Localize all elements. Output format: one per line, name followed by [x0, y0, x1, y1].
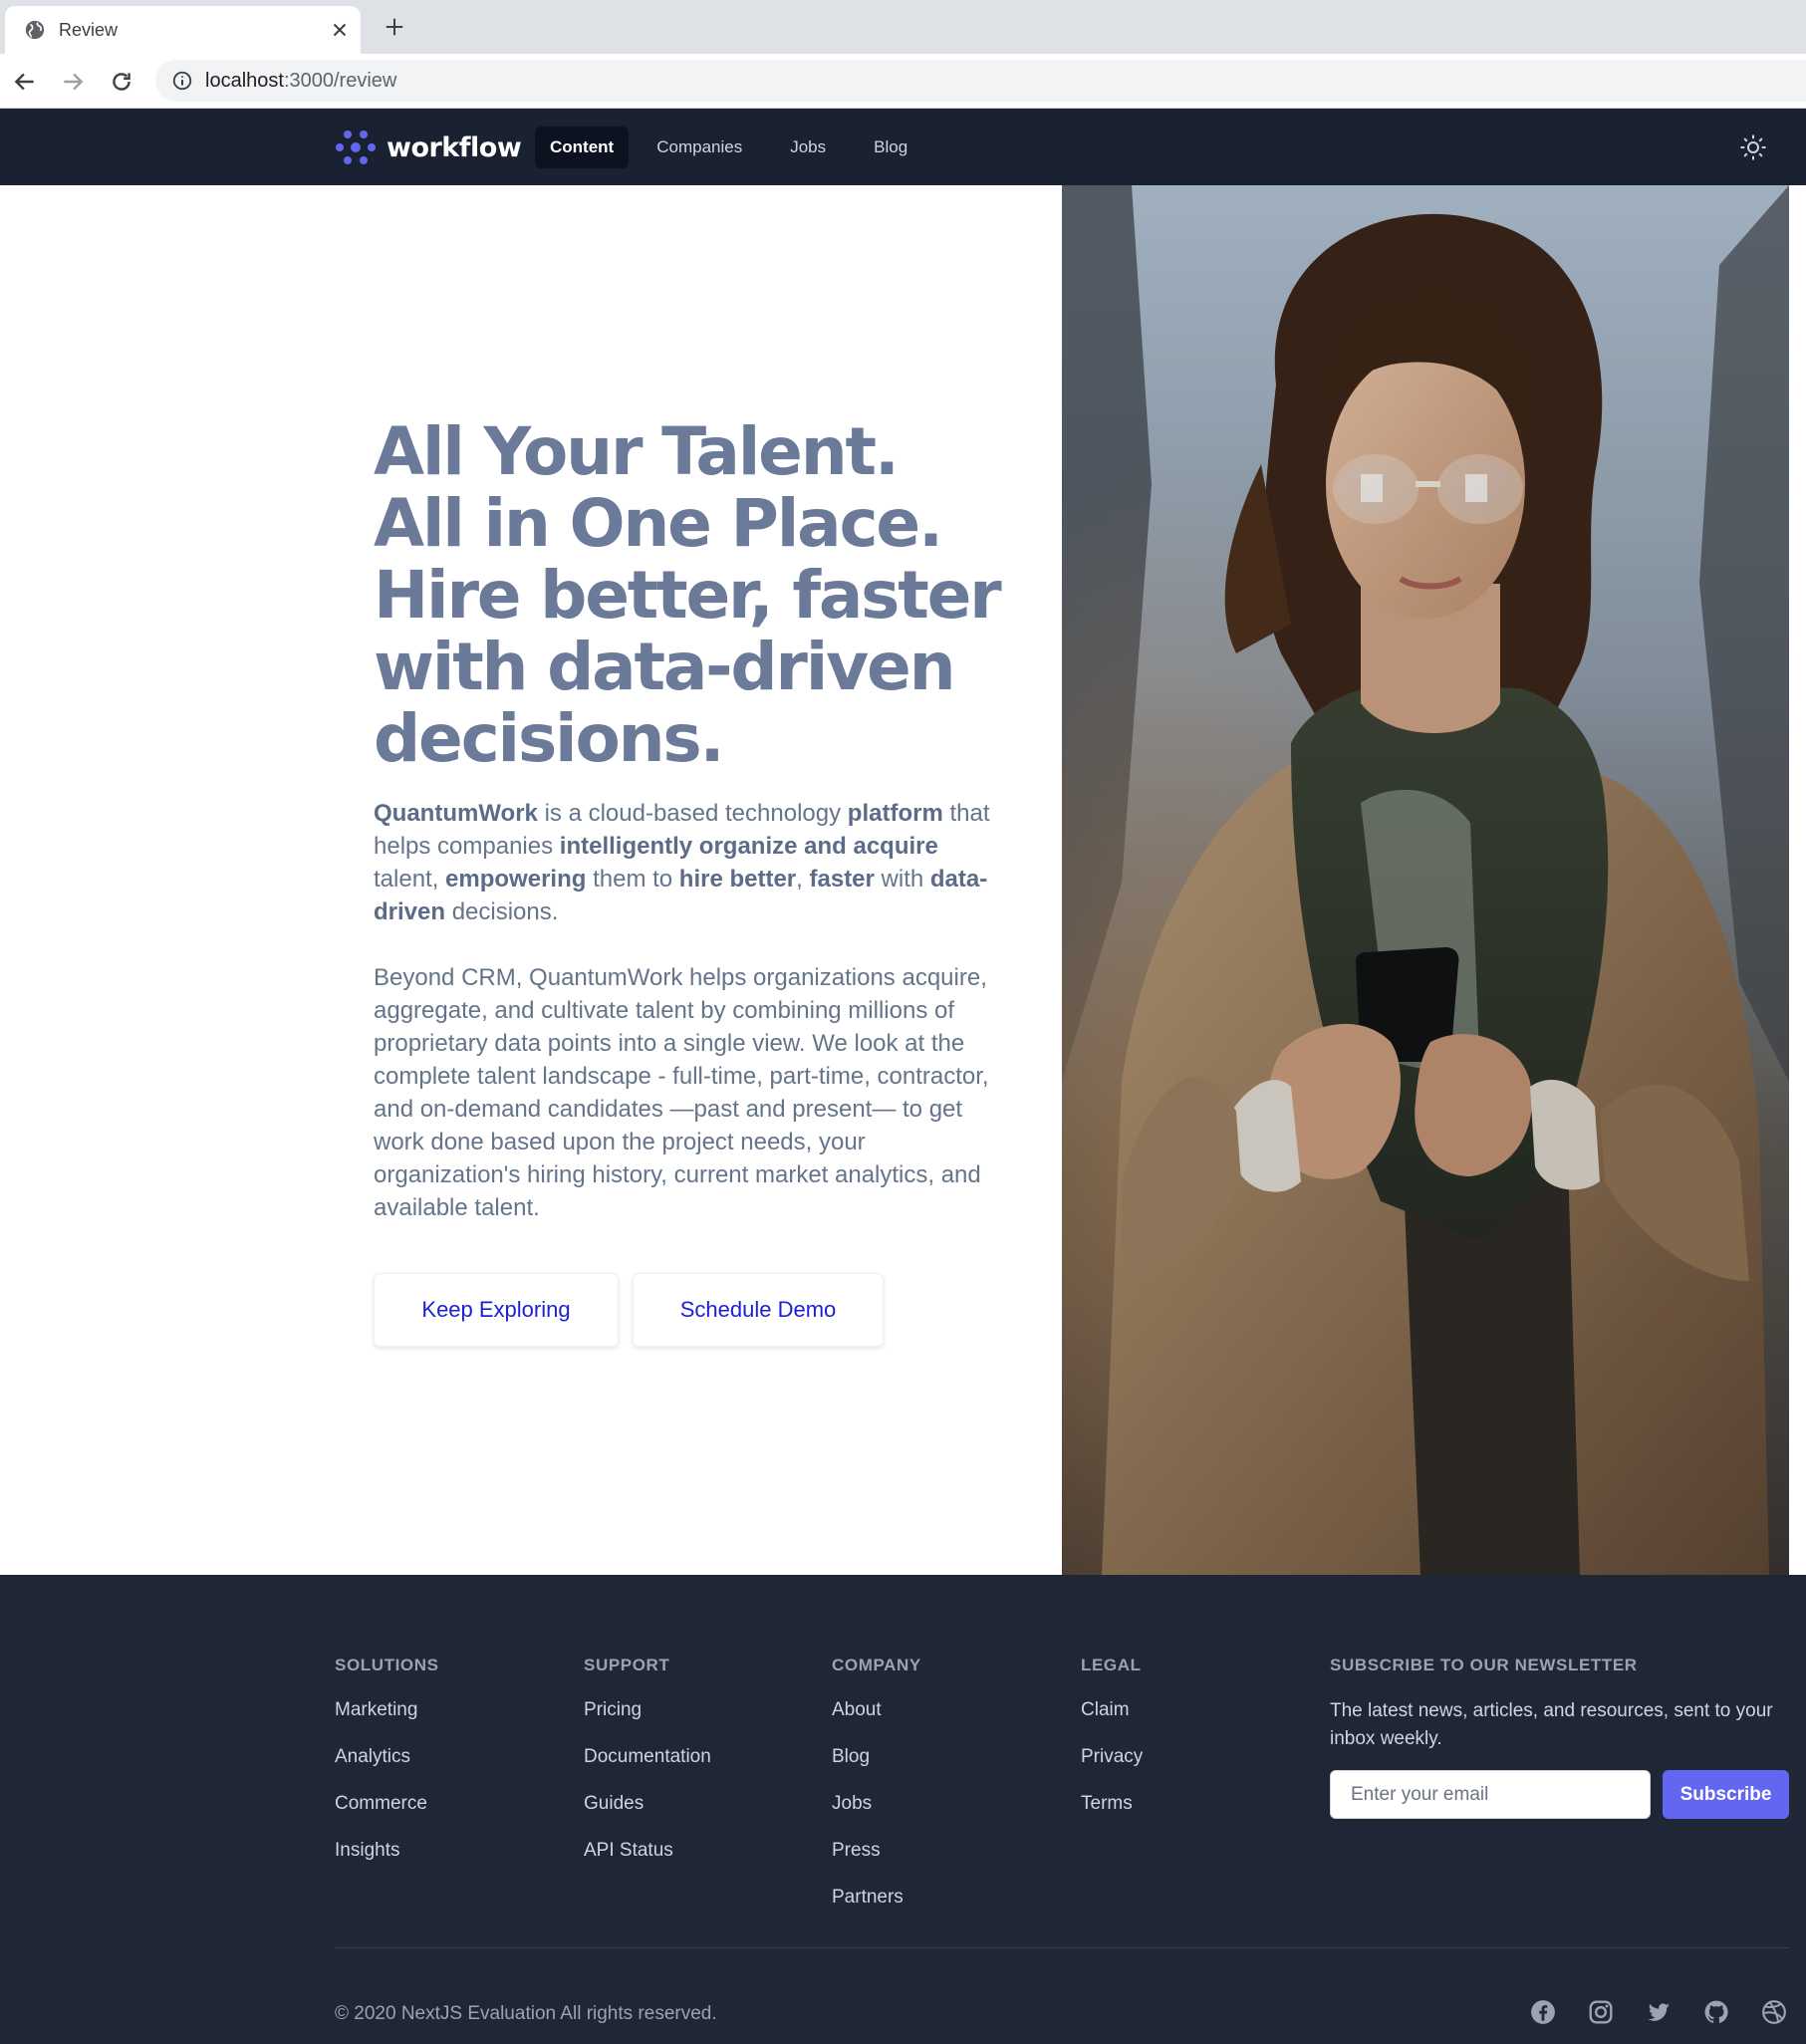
twitter-icon[interactable]	[1646, 1999, 1672, 2025]
footer-heading: LEGAL	[1081, 1656, 1142, 1674]
nav-jobs[interactable]: Jobs	[770, 127, 846, 168]
subscribe-button[interactable]: Subscribe	[1663, 1770, 1789, 1819]
footer-link[interactable]: Blog	[832, 1745, 921, 1769]
footer-link[interactable]: Terms	[1081, 1792, 1143, 1816]
browser-tabstrip: Review	[0, 0, 1806, 54]
footer-link[interactable]: Jobs	[832, 1792, 921, 1816]
footer-link[interactable]: Insights	[335, 1839, 439, 1863]
footer-link[interactable]: Commerce	[335, 1792, 439, 1816]
github-icon[interactable]	[1703, 1999, 1729, 2025]
headline-line: decisions.	[374, 700, 725, 777]
newsletter-heading: SUBSCRIBE TO OUR NEWSLETTER	[1330, 1656, 1638, 1674]
footer-link[interactable]: Marketing	[335, 1698, 439, 1722]
footer-col-company: COMPANY About Blog Jobs Press Partners	[832, 1655, 921, 1910]
footer-link[interactable]: Guides	[584, 1792, 711, 1816]
url-text: localhost:3000/review	[205, 70, 397, 92]
nav-content[interactable]: Content	[535, 127, 630, 168]
instagram-icon[interactable]	[1588, 1999, 1614, 2025]
footer-heading: SOLUTIONS	[335, 1656, 439, 1674]
headline-line: All Your Talent.	[374, 413, 900, 490]
footer-link[interactable]: Documentation	[584, 1745, 711, 1769]
email-field[interactable]	[1330, 1770, 1651, 1819]
hero-intro-paragraph: QuantumWork is a cloud-based technology …	[374, 800, 990, 925]
hero-photo	[1062, 185, 1789, 1575]
hero-description-paragraph: Beyond CRM, QuantumWork helps organizati…	[374, 964, 989, 1221]
footer-heading: SUPPORT	[584, 1656, 670, 1674]
tab-title: Review	[59, 20, 119, 40]
back-icon[interactable]	[12, 69, 38, 95]
footer-link[interactable]: Pricing	[584, 1698, 711, 1722]
footer-link[interactable]: Partners	[832, 1886, 921, 1910]
footer-link[interactable]: Privacy	[1081, 1745, 1143, 1769]
globe-icon	[25, 20, 45, 40]
footer-link[interactable]: Press	[832, 1839, 921, 1863]
nav-blog[interactable]: Blog	[854, 127, 927, 168]
footer-link[interactable]: Claim	[1081, 1698, 1143, 1722]
new-tab-icon[interactable]	[384, 16, 405, 38]
headline-line: Hire better, faster	[374, 557, 1002, 634]
hero-copy: All Your Talent. All in One Place. Hire …	[374, 413, 1002, 1224]
footer-link[interactable]: API Status	[584, 1839, 711, 1863]
copyright-text: © 2020 NextJS Evaluation All rights rese…	[335, 2003, 717, 2024]
social-links	[1530, 1999, 1787, 2025]
footer-link[interactable]: About	[832, 1698, 921, 1722]
site-footer: SOLUTIONS Marketing Analytics Commerce I…	[0, 1575, 1806, 2044]
footer-link[interactable]: Analytics	[335, 1745, 439, 1769]
browser-tab[interactable]: Review	[5, 6, 361, 54]
schedule-demo-button[interactable]: Schedule Demo	[633, 1273, 884, 1347]
forward-icon[interactable]	[60, 69, 86, 95]
address-bar[interactable]: localhost:3000/review	[155, 60, 1806, 102]
dribbble-icon[interactable]	[1761, 1999, 1787, 2025]
close-icon[interactable]	[329, 19, 351, 41]
site-header: workflow Content Companies Jobs Blog	[0, 109, 1806, 185]
info-icon[interactable]	[171, 70, 193, 92]
sun-icon[interactable]	[1738, 132, 1768, 162]
footer-divider	[335, 1947, 1789, 1948]
headline-line: with data-driven	[374, 629, 956, 705]
reload-icon[interactable]	[109, 69, 134, 95]
hero-headline: All Your Talent. All in One Place. Hire …	[374, 413, 1002, 777]
main-nav: Content Companies Jobs Blog	[535, 127, 927, 168]
newsletter-section: SUBSCRIBE TO OUR NEWSLETTER The latest n…	[1330, 1655, 1798, 1834]
nav-companies[interactable]: Companies	[637, 127, 762, 168]
browser-toolbar: localhost:3000/review	[0, 54, 1806, 109]
facebook-icon[interactable]	[1530, 1999, 1556, 2025]
footer-col-solutions: SOLUTIONS Marketing Analytics Commerce I…	[335, 1655, 439, 1863]
brand-logo[interactable]: workflow	[335, 128, 522, 167]
headline-line: All in One Place.	[374, 485, 943, 562]
footer-heading: COMPANY	[832, 1656, 921, 1674]
hero-actions: Keep Exploring Schedule Demo	[374, 1273, 884, 1347]
brand-name: workflow	[387, 131, 522, 163]
logo-mark-icon	[336, 130, 376, 164]
footer-col-support: SUPPORT Pricing Documentation Guides API…	[584, 1655, 711, 1863]
newsletter-text: The latest news, articles, and resources…	[1330, 1700, 1773, 1749]
keep-exploring-button[interactable]: Keep Exploring	[374, 1273, 619, 1347]
footer-col-legal: LEGAL Claim Privacy Terms	[1081, 1655, 1143, 1816]
hero-section: All Your Talent. All in One Place. Hire …	[0, 185, 1806, 1575]
